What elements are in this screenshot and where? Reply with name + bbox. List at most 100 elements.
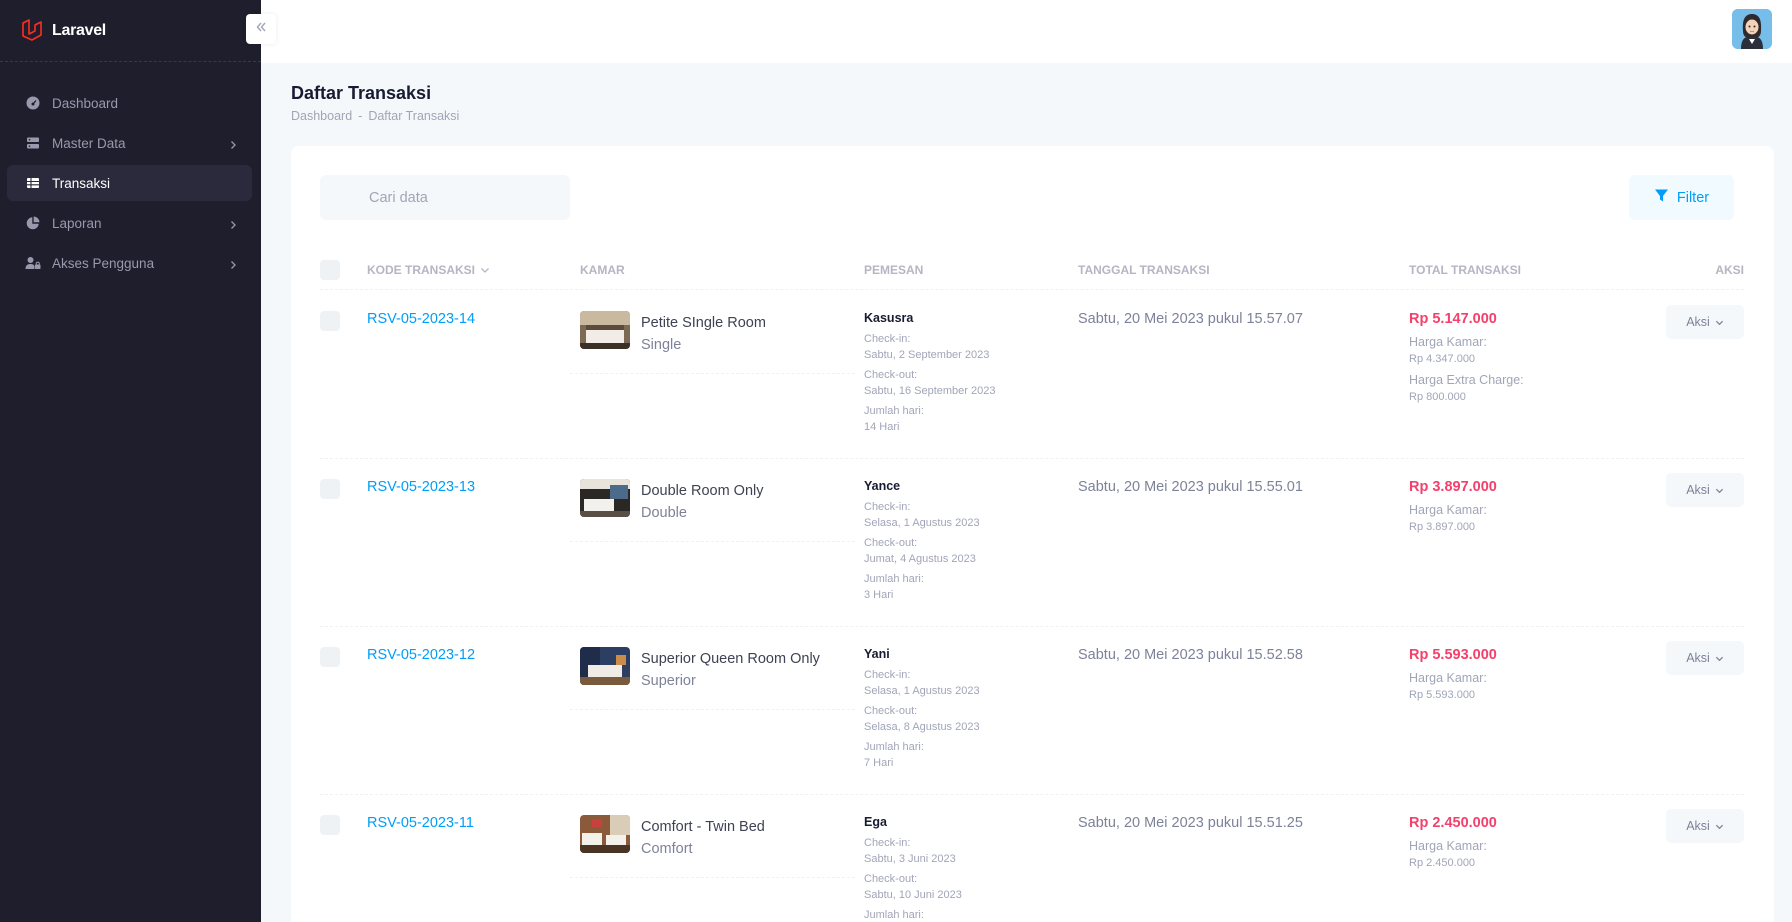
action-dropdown-button[interactable]: Aksi xyxy=(1666,809,1744,843)
table-row: RSV-05-2023-14 Petite SIngle Room Single… xyxy=(320,291,1744,459)
room-name: Double Room Only xyxy=(641,483,764,499)
room-name: Petite SIngle Room xyxy=(641,315,766,331)
days-value: 7 Hari xyxy=(864,757,894,769)
checkin-label: Check-in: xyxy=(864,333,911,345)
transaction-date: Sabtu, 20 Mei 2023 pukul 15.51.25 xyxy=(1078,815,1303,831)
page-title: Daftar Transaksi xyxy=(291,83,432,103)
search-placeholder: Cari data xyxy=(369,189,428,206)
chevron-down-icon xyxy=(1715,318,1724,327)
sidebar-menu: Dashboard Master Data Transaksi Laporan xyxy=(0,62,261,281)
room-type: Single xyxy=(641,337,682,353)
sidebar-item-label: Transaksi xyxy=(52,175,111,191)
checkout-value: Sabtu, 16 September 2023 xyxy=(864,385,996,397)
row-checkbox[interactable] xyxy=(320,815,340,835)
checkout-label: Check-out: xyxy=(864,873,918,885)
row-checkbox[interactable] xyxy=(320,311,340,331)
total-cell: Rp 5.593.000 Harga Kamar: Rp 5.593.000 xyxy=(1409,647,1497,701)
sidebar-item-akses-pengguna[interactable]: Akses Pengguna xyxy=(7,245,252,281)
search-input[interactable]: Cari data xyxy=(320,175,570,220)
room-price-value: Rp 5.593.000 xyxy=(1409,689,1476,701)
table-row: RSV-05-2023-12 Superior Queen Room Only … xyxy=(320,627,1744,795)
checkin-value: Sabtu, 2 September 2023 xyxy=(864,349,990,361)
sort-chevron-down-icon xyxy=(480,265,490,275)
chevron-down-icon xyxy=(1715,486,1724,495)
sidebar-item-laporan[interactable]: Laporan xyxy=(7,205,252,241)
room-price-label: Harga Kamar: xyxy=(1409,839,1487,853)
breadcrumb: Dashboard - Daftar Transaksi xyxy=(291,109,459,123)
sidebar-item-transaksi[interactable]: Transaksi xyxy=(7,165,252,201)
checkout-value: Selasa, 8 Agustus 2023 xyxy=(864,721,980,733)
transaction-code-link[interactable]: RSV-05-2023-13 xyxy=(367,479,475,495)
checkin-value: Selasa, 1 Agustus 2023 xyxy=(864,685,980,697)
sidebar-item-dashboard[interactable]: Dashboard xyxy=(7,85,252,121)
extra-charge-value: Rp 800.000 xyxy=(1409,391,1466,403)
double-chevron-left-icon xyxy=(254,20,268,39)
total-cell: Rp 2.450.000 Harga Kamar: Rp 2.450.000 xyxy=(1409,815,1497,869)
column-header-code[interactable]: KODE TRANSAKSI xyxy=(367,250,490,290)
table-header: KODE TRANSAKSI KAMAR PEMESAN TANGGAL TRA… xyxy=(320,250,1744,290)
action-dropdown-button[interactable]: Aksi xyxy=(1666,641,1744,675)
checkin-value: Sabtu, 3 Juni 2023 xyxy=(864,853,956,865)
table-row: RSV-05-2023-13 Double Room Only Double Y… xyxy=(320,459,1744,627)
sidebar-item-label: Laporan xyxy=(52,215,102,231)
user-lock-icon xyxy=(25,255,41,271)
row-checkbox[interactable] xyxy=(320,479,340,499)
days-label: Jumlah hari: xyxy=(864,909,924,921)
sidebar-logo[interactable]: Laravel xyxy=(0,0,261,62)
room-name: Comfort - Twin Bed xyxy=(641,819,765,835)
column-header-room: KAMAR xyxy=(580,263,625,277)
total-amount: Rp 5.147.000 xyxy=(1409,311,1497,327)
checkout-label: Check-out: xyxy=(864,705,918,717)
chevron-right-icon xyxy=(228,138,238,149)
chevron-down-icon xyxy=(1715,822,1724,831)
room-price-value: Rp 4.347.000 xyxy=(1409,353,1476,365)
column-header-guest: PEMESAN xyxy=(864,263,924,277)
filter-button-label: Filter xyxy=(1676,189,1710,206)
breadcrumb-item-dashboard[interactable]: Dashboard xyxy=(291,109,352,123)
column-header-date: TANGGAL TRANSAKSI xyxy=(1078,263,1210,277)
sidebar-item-label: Dashboard xyxy=(52,95,119,111)
row-checkbox[interactable] xyxy=(320,647,340,667)
guest-cell: Yani Check-in: Selasa, 1 Agustus 2023 Ch… xyxy=(864,647,980,769)
total-amount: Rp 2.450.000 xyxy=(1409,815,1497,831)
action-dropdown-button[interactable]: Aksi xyxy=(1666,305,1744,339)
guest-cell: Ega Check-in: Sabtu, 3 Juni 2023 Check-o… xyxy=(864,815,962,921)
days-label: Jumlah hari: xyxy=(864,573,924,585)
action-cell: Aksi xyxy=(1666,473,1744,507)
transaction-code-link[interactable]: RSV-05-2023-14 xyxy=(367,311,475,327)
sidebar-item-label: Master Data xyxy=(52,135,126,151)
transaction-date: Sabtu, 20 Mei 2023 pukul 15.55.01 xyxy=(1078,479,1303,495)
transaction-code-link[interactable]: RSV-05-2023-12 xyxy=(367,647,475,663)
transaction-code-link[interactable]: RSV-05-2023-11 xyxy=(367,815,474,831)
dashboard-icon xyxy=(25,95,41,111)
room-cell: Superior Queen Room Only Superior xyxy=(570,647,855,710)
room-thumbnail xyxy=(580,479,630,517)
room-price-label: Harga Kamar: xyxy=(1409,335,1487,349)
action-cell: Aksi xyxy=(1666,305,1744,339)
user-avatar[interactable] xyxy=(1732,9,1772,49)
breadcrumb-item-current: Daftar Transaksi xyxy=(368,109,460,123)
days-label: Jumlah hari: xyxy=(864,405,924,417)
room-name: Superior Queen Room Only xyxy=(641,651,820,667)
table-row: RSV-05-2023-11 Comfort - Twin Bed Comfor… xyxy=(320,795,1744,922)
chevron-right-icon xyxy=(228,258,238,269)
checkout-label: Check-out: xyxy=(864,369,918,381)
total-amount: Rp 3.897.000 xyxy=(1409,479,1497,495)
total-cell: Rp 3.897.000 Harga Kamar: Rp 3.897.000 xyxy=(1409,479,1497,533)
extra-charge-label: Harga Extra Charge: xyxy=(1409,373,1524,387)
sidebar-item-master-data[interactable]: Master Data xyxy=(7,125,252,161)
checkin-label: Check-in: xyxy=(864,501,911,513)
top-header xyxy=(261,0,1792,63)
days-value: 3 Hari xyxy=(864,589,894,601)
filter-button[interactable]: Filter xyxy=(1629,175,1734,220)
total-amount: Rp 5.593.000 xyxy=(1409,647,1497,663)
sidebar-collapse-button[interactable] xyxy=(246,14,276,44)
room-cell: Petite SIngle Room Single xyxy=(570,311,855,374)
room-cell: Double Room Only Double xyxy=(570,479,855,542)
transactions-card: Cari data Filter KODE TRANSAKSI KAMAR PE… xyxy=(291,146,1774,922)
app-name: Laravel xyxy=(52,21,106,39)
select-all-checkbox[interactable] xyxy=(320,250,340,290)
checkout-value: Sabtu, 10 Juni 2023 xyxy=(864,889,962,901)
room-thumbnail xyxy=(580,815,630,853)
action-dropdown-button[interactable]: Aksi xyxy=(1666,473,1744,507)
